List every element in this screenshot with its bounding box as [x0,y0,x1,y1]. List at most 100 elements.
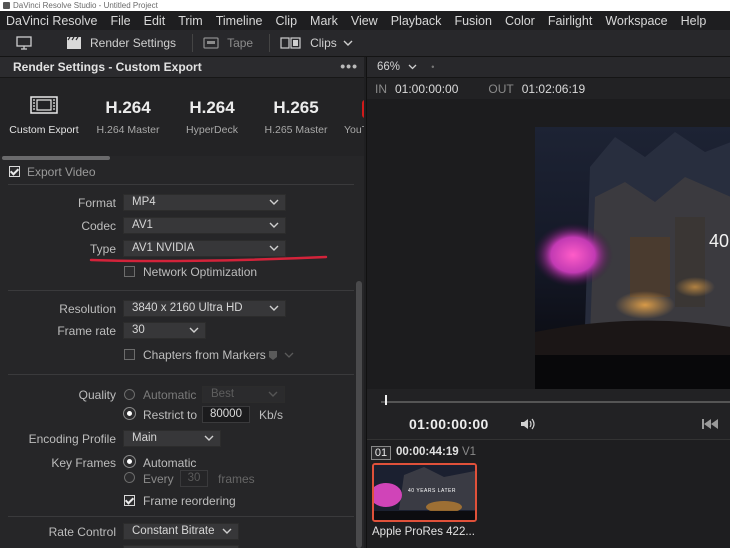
volume-icon[interactable] [520,417,536,431]
menu-playback[interactable]: Playback [391,14,442,28]
current-timecode: 01:00:00:00 [409,416,489,432]
preset-h265-master[interactable]: H.265 H.265 Master [256,78,336,136]
monitor-toggle[interactable] [16,36,40,50]
go-to-start-icon[interactable] [701,418,719,430]
out-timecode[interactable]: 01:02:06:19 [522,82,585,96]
thumbnail-caption: 40 YEARS LATER [408,488,456,494]
marker-color-dropdown[interactable] [268,350,298,361]
quality-best-dropdown[interactable]: Best [202,386,285,403]
in-timecode[interactable]: 01:00:00:00 [395,82,458,96]
red-underline-annotation [89,255,328,263]
settings-scrollbar[interactable] [356,281,362,548]
clips-tab[interactable]: Clips [280,36,361,50]
quality-automatic-label: Automatic [143,388,197,402]
render-settings-label: Render Settings [90,36,177,50]
viewer-options-dot[interactable]: • [431,62,434,72]
key-frames-every-label: Every [143,472,174,486]
quality-automatic-radio[interactable] [124,389,135,400]
frame-rate-value: 30 [132,324,145,336]
page-toolbar: Render Settings Tape Clips [0,30,730,57]
quality-label: Quality [78,388,116,402]
rate-control-value: Constant Bitrate [132,525,215,537]
playhead[interactable] [385,395,387,405]
menu-edit[interactable]: Edit [144,14,166,28]
chevron-down-icon [284,352,294,358]
bitrate-unit-label: Kb/s [259,408,284,422]
chevron-down-icon [222,528,232,534]
export-video-checkbox[interactable] [9,166,20,177]
viewer-panel: 66% • IN 01:00:00:00 OUT 01:02:06:19 40 … [366,57,730,548]
window-title: DaVinci Resolve Studio - Untitled Projec… [13,1,158,10]
section-divider [8,374,354,375]
chapters-checkbox[interactable] [124,349,135,360]
preset-youtube[interactable]: YouT [340,78,364,136]
frame-rate-label: Frame rate [57,324,116,338]
rate-control-dropdown[interactable]: Constant Bitrate [123,523,239,540]
menu-fusion[interactable]: Fusion [454,14,492,28]
clip-track: V1 [462,446,477,458]
menu-view[interactable]: View [351,14,378,28]
menu-clip[interactable]: Clip [276,14,298,28]
video-frame [535,127,730,389]
monitor-icon [16,36,32,50]
key-frames-every-radio[interactable] [124,472,135,483]
chevron-down-icon [269,245,279,251]
tape-label: Tape [227,36,254,50]
quality-restrict-radio[interactable] [124,408,135,419]
clapperboard-icon [67,36,81,49]
in-label: IN [375,81,387,96]
preset-codec-text: H.265 [273,98,319,117]
format-value: MP4 [132,196,156,208]
resolution-label: Resolution [59,302,116,316]
key-frames-unit-label: frames [218,472,255,486]
menu-file[interactable]: File [110,14,130,28]
resolution-dropdown[interactable]: 3840 x 2160 Ultra HD [123,300,286,317]
preset-custom-export[interactable]: Custom Export [4,78,84,136]
transport-area: 01:00:00:00 [367,389,730,439]
chevron-down-icon [269,199,279,205]
frame-reordering-label: Frame reordering [143,494,236,508]
marker-icon [269,351,277,360]
youtube-icon [362,100,364,118]
menu-davinci[interactable]: DaVinci Resolve [6,14,97,28]
encoding-profile-dropdown[interactable]: Main [123,430,221,447]
key-frames-every-input[interactable]: 30 [180,470,208,487]
menu-trim[interactable]: Trim [178,14,203,28]
key-frames-automatic-radio[interactable] [124,456,135,467]
codec-label: Codec [81,219,116,233]
chevron-down-icon [189,327,199,333]
menu-color[interactable]: Color [505,14,535,28]
preset-codec-text: H.264 [189,98,235,117]
format-dropdown[interactable]: MP4 [123,194,286,211]
format-label: Format [77,196,116,210]
frame-reordering-checkbox[interactable] [124,495,135,506]
frame-rate-dropdown[interactable]: 30 [123,322,206,339]
render-settings-tab[interactable]: Render Settings [66,36,176,50]
preset-label: H.264 Master [96,124,160,136]
panel-options-icon[interactable]: ••• [340,58,358,74]
tape-tab[interactable]: Tape [203,36,253,50]
presets-scrollbar[interactable] [2,156,110,160]
bitrate-input[interactable]: 80000 [202,406,250,423]
viewer-header: 66% • [367,57,730,78]
preset-h264-master[interactable]: H.264 H.264 Master [88,78,168,136]
section-divider [8,290,354,291]
menu-timeline[interactable]: Timeline [216,14,263,28]
export-video-label: Export Video [27,165,96,179]
menu-fairlight[interactable]: Fairlight [548,14,592,28]
quality-restrict-label: Restrict to [143,408,198,422]
section-divider [8,516,354,517]
network-optimization-checkbox[interactable] [124,266,135,277]
timeline-scrubber[interactable] [381,401,730,403]
menu-mark[interactable]: Mark [310,14,338,28]
clip-index: 01 [371,446,391,460]
video-viewer[interactable]: 40 [535,127,730,389]
codec-dropdown[interactable]: AV1 [123,217,286,234]
film-strip-icon [30,96,58,114]
menu-help[interactable]: Help [681,14,707,28]
preset-hyperdeck[interactable]: H.264 HyperDeck [172,78,252,136]
menu-workspace[interactable]: Workspace [605,14,667,28]
clip-thumbnail[interactable]: 40 YEARS LATER [372,463,477,522]
clips-icon [280,37,301,49]
zoom-dropdown[interactable]: 66% [377,61,417,73]
